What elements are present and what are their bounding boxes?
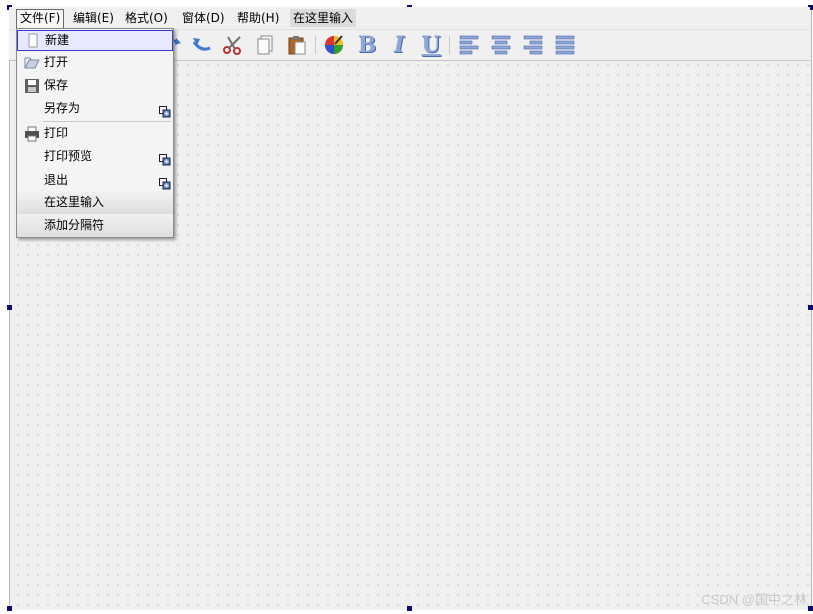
menu-item-label: 打印预览: [44, 149, 93, 163]
justify-icon[interactable]: [553, 33, 577, 57]
submenu-add-icon: [159, 151, 171, 166]
underline-icon[interactable]: U: [419, 32, 443, 58]
menu-item-save-as[interactable]: 另存为: [17, 97, 173, 120]
menu-format[interactable]: 格式(O): [122, 9, 171, 27]
resize-handle-bottom-right[interactable]: [808, 606, 813, 611]
align-center-icon[interactable]: [489, 33, 513, 57]
menu-item-label: 退出: [44, 173, 69, 187]
copy-icon[interactable]: [253, 33, 277, 57]
submenu-add-icon: [159, 175, 171, 190]
cut-icon[interactable]: [221, 33, 245, 57]
menu-item-add-separator[interactable]: 添加分隔符: [17, 214, 173, 237]
menu-item-new[interactable]: 新建: [17, 30, 173, 51]
menu-item-type-here[interactable]: 在这里输入: [17, 191, 173, 214]
menu-item-label: 打印: [44, 126, 69, 140]
submenu-add-icon: [159, 103, 171, 118]
resize-handle-right[interactable]: [808, 305, 813, 310]
menu-item-label: 打开: [44, 55, 69, 69]
watermark: CSDN @国中之林: [701, 592, 807, 607]
italic-icon[interactable]: I: [387, 32, 411, 58]
menu-item-label: 新建: [45, 33, 70, 47]
menu-item-label: 添加分隔符: [44, 218, 105, 232]
align-left-icon[interactable]: [457, 33, 481, 57]
align-right-icon[interactable]: [521, 33, 545, 57]
menu-item-exit[interactable]: 退出: [17, 169, 173, 192]
paste-icon[interactable]: [285, 33, 309, 57]
toolbar-separator: [315, 36, 316, 54]
undo-icon[interactable]: [190, 33, 214, 57]
resize-handle-left[interactable]: [7, 305, 12, 310]
menu-type-here[interactable]: 在这里输入: [290, 9, 357, 27]
bold-icon[interactable]: B: [355, 32, 379, 58]
menu-item-label: 保存: [44, 78, 69, 92]
resize-handle-bottom-left[interactable]: [7, 606, 12, 611]
resize-handle-bottom[interactable]: [407, 606, 412, 611]
color-icon[interactable]: [322, 33, 346, 57]
menu-item-label: 另存为: [44, 101, 81, 115]
menu-bar: 文件(F) 编辑(E) 格式(O) 窗体(D) 帮助(H) 在这里输入: [9, 7, 810, 30]
menu-help[interactable]: 帮助(H): [234, 9, 282, 27]
menu-item-label: 在这里输入: [44, 195, 105, 209]
file-menu-dropdown: 新建 打开 保存 另存为 打印 打印预览 退出 在这里输入 添加分隔符: [16, 28, 174, 238]
new-file-icon: [25, 33, 41, 49]
menu-item-save[interactable]: 保存: [17, 74, 173, 97]
open-icon: [24, 55, 40, 71]
save-icon: [24, 78, 40, 94]
menu-window[interactable]: 窗体(D): [179, 9, 228, 27]
menu-item-open[interactable]: 打开: [17, 51, 173, 74]
menu-item-print-preview[interactable]: 打印预览: [17, 145, 173, 168]
menu-edit[interactable]: 编辑(E): [70, 9, 117, 27]
toolbar-separator: [449, 36, 450, 54]
menu-item-print[interactable]: 打印: [17, 122, 173, 145]
menu-file[interactable]: 文件(F): [16, 9, 65, 29]
printer-icon: [24, 126, 40, 142]
